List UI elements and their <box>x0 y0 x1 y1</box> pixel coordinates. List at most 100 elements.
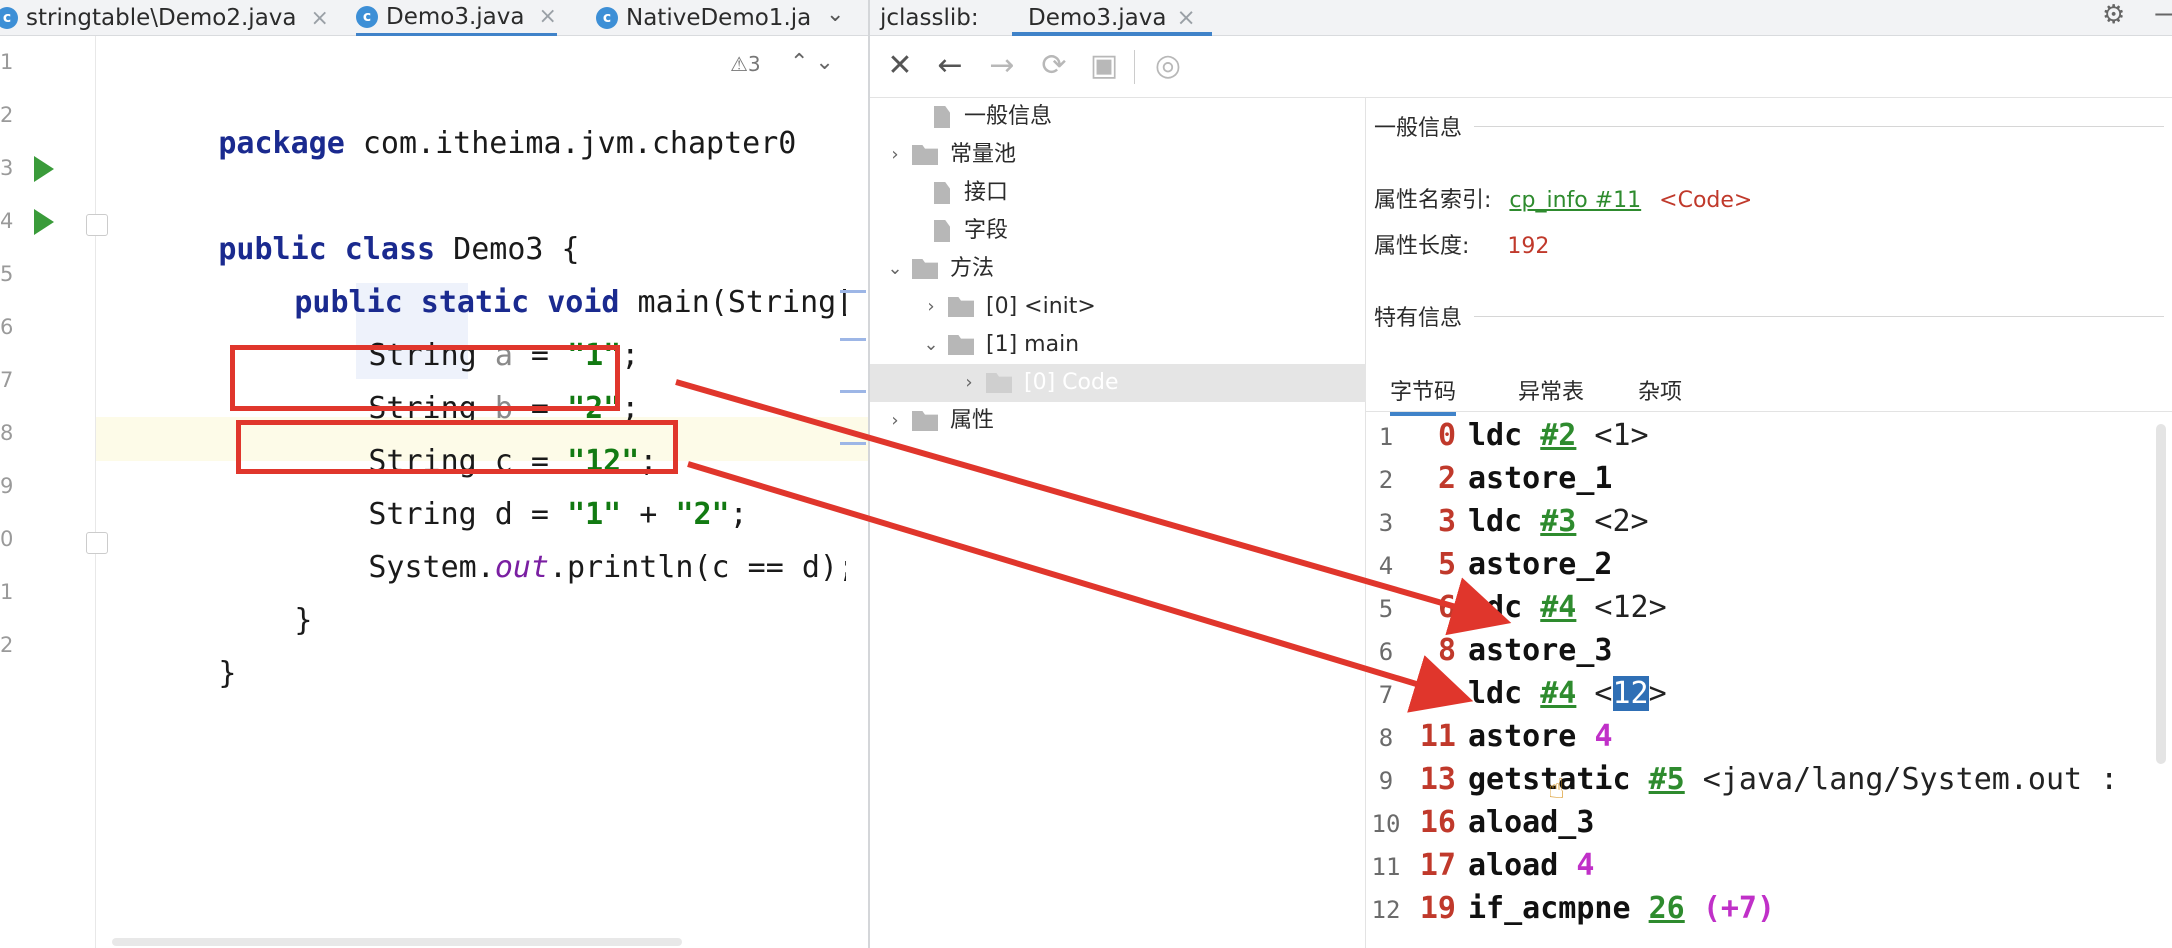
tab-label: stringtable\Demo2.java <box>26 5 297 31</box>
save-icon[interactable]: ▣ <box>1084 48 1124 83</box>
attr-name-index-row: 属性名索引: cp_info #11 <Code> <box>1374 182 1752 214</box>
bytecode-row: 8 11 astore 4 <box>1378 719 1613 754</box>
cp-ref-link[interactable]: #2 <box>1540 418 1576 453</box>
run-main-icon[interactable] <box>34 209 54 235</box>
prev-next-highlight-icon[interactable]: ⌃ ⌄ <box>790 50 834 75</box>
chevron-right-icon[interactable]: › <box>958 364 980 402</box>
bytecode-listing[interactable]: 1 0 ldc #2 <1> 2 2 astore_1 3 3 ldc #3 <2> 45a… <box>1366 414 2164 948</box>
close-icon[interactable]: ✕ <box>880 48 920 83</box>
java-class-icon: c <box>0 7 18 29</box>
vertical-scrollbar[interactable] <box>2156 424 2166 764</box>
code-area[interactable]: package com.itheima.jvm.chapter0 public … <box>96 36 846 948</box>
tab-label: Demo3.java <box>386 3 525 30</box>
tree-node-methods[interactable]: ⌄ 方法 <box>884 250 1356 288</box>
tab-bytecode[interactable]: 字节码 <box>1390 374 1457 416</box>
divider <box>1474 316 2164 317</box>
line-number: 7 <box>0 368 14 392</box>
cp-info-link[interactable]: cp_info #11 <box>1509 188 1641 213</box>
toolbar-separator <box>1134 50 1135 84</box>
jclasslib-panel: jclasslib: Demo3.java × ⚙ — ✕ ← → ⟳ ▣ ◎ 一… <box>868 0 2172 948</box>
bytecode-row: 4 5 astore_2 <box>1378 547 1613 582</box>
code-line-1: package com.itheima.jvm.chapter0 <box>218 126 797 161</box>
line-number: 9 <box>0 474 14 498</box>
attr-length-value: 192 <box>1507 234 1550 259</box>
close-icon[interactable]: × <box>311 6 329 31</box>
chevron-down-icon[interactable]: ⌄ <box>826 2 844 27</box>
bytecode-row: 12 19 if_acmpne 26 (+7) <box>1371 891 1776 926</box>
bytecode-row: 1 0 ldc #2 <1> <box>1378 418 1649 453</box>
cp-ref-link[interactable]: #3 <box>1540 504 1576 539</box>
minimize-icon[interactable]: — <box>2154 0 2172 29</box>
tab-demo3-bytecode[interactable]: Demo3.java × <box>1012 0 1212 36</box>
tab-label: NativeDemo1.ja <box>626 5 812 31</box>
code-line-11: } <box>218 656 237 691</box>
line-number: 0 <box>0 527 14 551</box>
chevron-down-icon[interactable]: ⌄ <box>884 250 906 288</box>
web-icon[interactable]: ◎ <box>1148 48 1188 83</box>
attr-name-label: 属性名索引: <box>1374 188 1492 213</box>
line-number: 5 <box>0 262 14 286</box>
bytecode-row: 3 3 ldc #3 <2> <box>1378 504 1649 539</box>
gear-icon[interactable]: ⚙ <box>2102 0 2125 30</box>
attr-length-label: 属性长度: <box>1374 234 1470 259</box>
section-title-specific: 特有信息 <box>1374 306 1463 331</box>
warning-count[interactable]: ⚠3 <box>730 52 761 76</box>
branch-target-link[interactable]: 26 <box>1649 891 1685 926</box>
scroll-mark <box>840 390 866 393</box>
hand-cursor-icon: ☝ <box>1548 772 1566 805</box>
bytecode-row: 10 16 aload_3 <box>1371 805 1595 840</box>
annotation-box-d <box>236 420 678 474</box>
code-line-9: System.out.println(c == d); <box>368 550 846 585</box>
document-icon <box>934 182 950 204</box>
tree-node-attributes[interactable]: › 属性 <box>884 402 1356 440</box>
tab-demo3[interactable]: c Demo3.java × <box>356 0 557 36</box>
scroll-mark <box>840 290 866 293</box>
tree-node-method-init[interactable]: › [0] <init> <box>920 288 1356 326</box>
section-title-general: 一般信息 <box>1374 116 1463 141</box>
run-class-icon[interactable] <box>34 156 54 182</box>
cp-ref-link[interactable]: #5 <box>1649 762 1685 797</box>
tree-node-constant-pool[interactable]: › 常量池 <box>884 136 1356 174</box>
line-number: 2 <box>0 633 14 657</box>
forward-icon[interactable]: → <box>982 48 1022 83</box>
line-number: 3 <box>0 156 14 180</box>
close-icon[interactable]: × <box>1176 5 1195 31</box>
code-editor[interactable]: c stringtable\Demo2.java × c Demo3.java … <box>0 0 868 948</box>
divider <box>1474 126 2164 127</box>
refresh-icon[interactable]: ⟳ <box>1034 48 1074 83</box>
tab-exception-table[interactable]: 异常表 <box>1518 374 1584 406</box>
tree-node-fields[interactable]: 字段 <box>906 212 1356 250</box>
horizontal-scrollbar[interactable] <box>112 938 682 946</box>
chevron-right-icon[interactable]: › <box>884 136 906 174</box>
tab-demo2[interactable]: c stringtable\Demo2.java × <box>0 0 329 36</box>
attr-name-value: <Code> <box>1659 188 1753 213</box>
class-structure-tree: 一般信息 › 常量池 接口 字段 ⌄ 方法 › [0] <init> ⌄ [1] mai… <box>870 98 1366 948</box>
chevron-right-icon[interactable]: › <box>920 288 942 326</box>
line-number: 4 <box>0 209 14 233</box>
jclasslib-toolbar: ✕ ← → ⟳ ▣ ◎ <box>870 36 2172 98</box>
tree-node-interfaces[interactable]: 接口 <box>906 174 1356 212</box>
attribute-detail-panel: 一般信息 属性名索引: cp_info #11 <Code> 属性长度: 192 特有… <box>1366 98 2172 948</box>
cp-ref-link[interactable]: #4 <box>1540 676 1576 711</box>
detail-subtabs: 字节码 异常表 杂项 <box>1366 368 2172 416</box>
line-number: 8 <box>0 421 14 445</box>
selected-text: 12 <box>1612 676 1649 711</box>
tree-node-general[interactable]: 一般信息 <box>906 98 1356 136</box>
cp-ref-link[interactable]: #4 <box>1540 590 1576 625</box>
code-line-5: String a = "1"; <box>368 338 640 373</box>
code-line-3: public class Demo3 { <box>218 232 580 267</box>
annotation-box-c <box>230 345 620 411</box>
back-icon[interactable]: ← <box>930 48 970 83</box>
bytecode-row: 7 9 ldc #4 <12> <box>1378 676 1667 711</box>
tab-nativedemo1[interactable]: c NativeDemo1.ja <box>596 0 811 36</box>
chevron-down-icon[interactable]: ⌄ <box>920 326 942 364</box>
tree-node-method-main[interactable]: ⌄ [1] main <box>920 326 1356 364</box>
close-icon[interactable]: × <box>538 4 556 29</box>
code-line-10: } <box>294 603 313 638</box>
java-class-icon: c <box>596 7 618 29</box>
tab-misc[interactable]: 杂项 <box>1638 374 1682 406</box>
folder-icon <box>912 259 938 279</box>
chevron-right-icon[interactable]: › <box>884 402 906 440</box>
bytecode-row: 5 6 ldc #4 <12> <box>1378 590 1667 625</box>
tree-node-code[interactable]: › [0] Code <box>870 364 1366 402</box>
